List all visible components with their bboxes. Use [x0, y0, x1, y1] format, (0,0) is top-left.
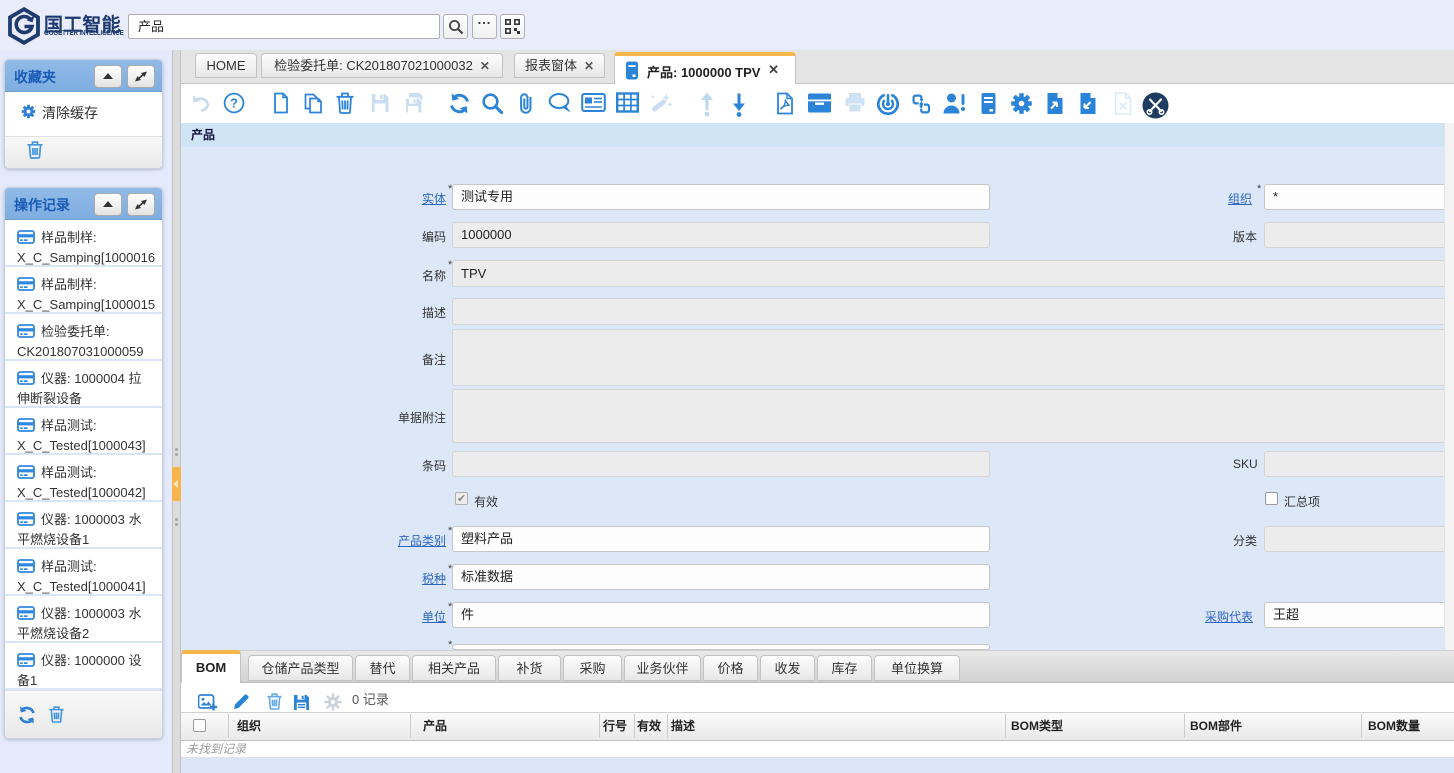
svg-text:?: ?	[230, 96, 238, 111]
